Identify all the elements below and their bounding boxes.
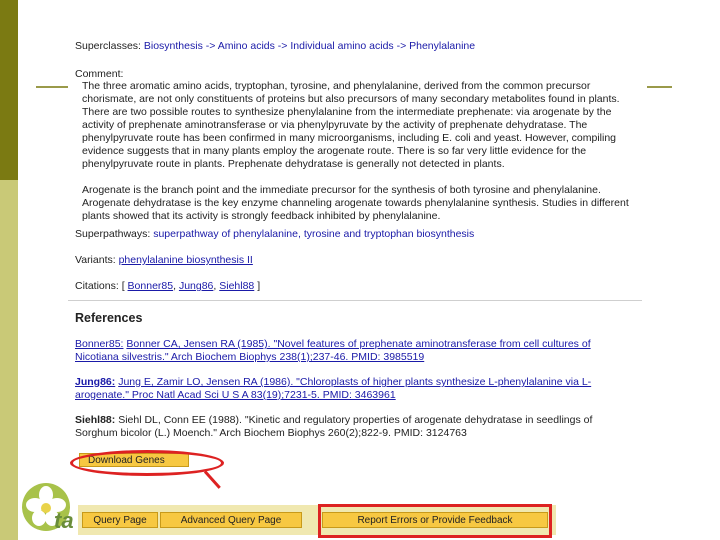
highlight-rectangle: [318, 504, 552, 538]
variants-link[interactable]: phenylalanine biosynthesis II: [119, 254, 253, 266]
citations-row: Citations: [ Bonner85, Jung86, Siehl88 ]: [75, 280, 261, 292]
reference-key-link[interactable]: Bonner85:: [75, 338, 123, 350]
comment-body: The three aromatic amino acids, tryptoph…: [82, 80, 638, 236]
reference-item: Jung86: Jung E, Zamir LO, Jensen RA (198…: [75, 376, 635, 402]
highlight-ellipse: [70, 450, 224, 476]
superpathways-link[interactable]: superpathway of phenylalanine, tyrosine …: [153, 228, 474, 240]
variants-label: Variants:: [75, 254, 116, 266]
reference-text-link[interactable]: Jung E, Zamir LO, Jensen RA (1986). "Chl…: [75, 376, 591, 401]
pathway-content: Superclasses: Biosynthesis -> Amino acid…: [68, 30, 642, 480]
reference-text-link[interactable]: Bonner CA, Jensen RA (1985). "Novel feat…: [75, 338, 591, 363]
reference-key-link[interactable]: Jung86:: [75, 376, 115, 388]
section-divider: [68, 300, 642, 301]
divider-line: [647, 86, 672, 88]
superclasses-row: Superclasses: Biosynthesis -> Amino acid…: [75, 40, 475, 53]
superclasses-link[interactable]: Biosynthesis -> Amino acids -> Individua…: [144, 40, 475, 52]
logo-text: ta: [54, 508, 74, 533]
comment-paragraph: Arogenate is the branch point and the im…: [82, 184, 629, 222]
superpathways-row: Superpathways: superpathway of phenylala…: [75, 228, 474, 241]
query-page-button[interactable]: Query Page: [82, 512, 158, 528]
advanced-query-button[interactable]: Advanced Query Page: [160, 512, 302, 528]
citation-link[interactable]: Jung86: [179, 280, 213, 292]
citation-link[interactable]: Siehl88: [219, 280, 254, 292]
reference-text: Siehl DL, Conn EE (1988). "Kinetic and r…: [75, 414, 593, 439]
comment-paragraph: The three aromatic amino acids, tryptoph…: [82, 80, 620, 170]
reference-key: Siehl88:: [75, 414, 116, 426]
references-heading: References: [75, 311, 143, 325]
superpathways-label: Superpathways:: [75, 228, 151, 240]
divider-line: [36, 86, 72, 88]
variants-row: Variants: phenylalanine biosynthesis II: [75, 254, 253, 267]
citation-bracket: [: [121, 280, 125, 292]
citation-link[interactable]: Bonner85: [128, 280, 174, 292]
citations-label: Citations:: [75, 280, 119, 292]
citation-bracket: ]: [257, 280, 261, 292]
reference-item: Bonner85: Bonner CA, Jensen RA (1985). "…: [75, 338, 635, 364]
reference-item: Siehl88: Siehl DL, Conn EE (1988). "Kine…: [75, 414, 635, 440]
superclasses-label: Superclasses:: [75, 40, 141, 52]
